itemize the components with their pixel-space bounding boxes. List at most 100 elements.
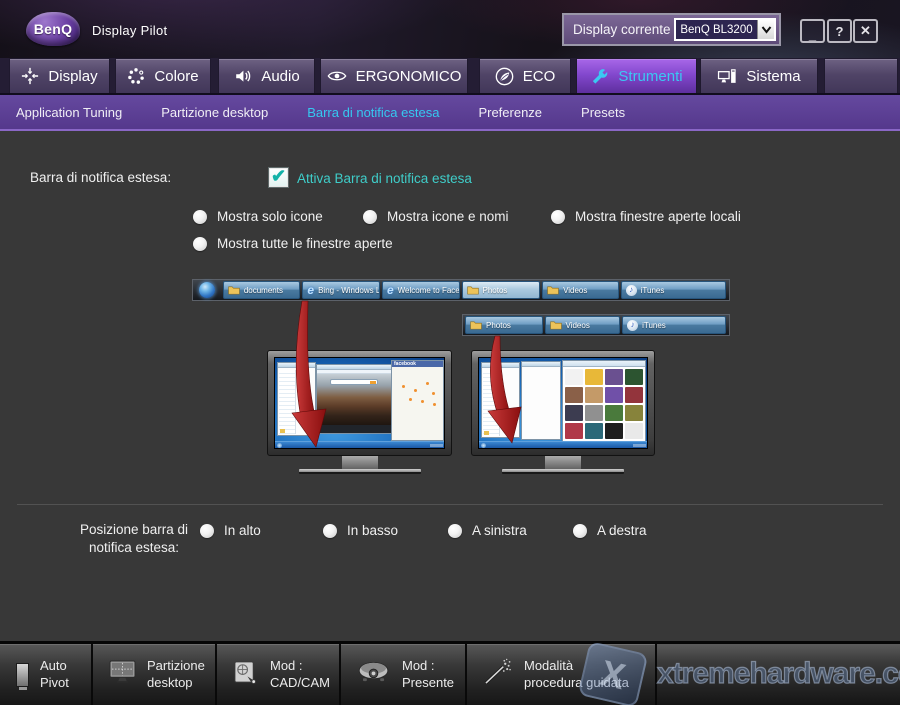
radio-tutte-finestre[interactable]: Mostra tutte le finestre aperte [193, 236, 393, 251]
checkmark-icon: ✔ [271, 166, 286, 187]
radio-label: In alto [224, 523, 261, 538]
mod-presente-button[interactable]: Mod :Presente [341, 644, 467, 705]
radio-icon [200, 524, 214, 538]
tab-sistema[interactable]: Sistema [700, 58, 818, 93]
photo-thumbnail [565, 387, 583, 403]
tab-colore[interactable]: Colore [115, 58, 211, 93]
subtab-partizione-desktop[interactable]: Partizione desktop [161, 105, 268, 120]
enable-checkbox-label[interactable]: Attiva Barra di notifica estesa [297, 171, 472, 186]
itunes-icon: ♪ [626, 285, 637, 296]
wrench-icon [590, 67, 609, 86]
titlebar: BenQ Display Pilot Display corrente BenQ… [0, 0, 900, 58]
section-label: Barra di notifica estesa: [30, 170, 171, 185]
projector-icon [357, 661, 391, 688]
radio-icon [193, 210, 207, 224]
subtab-barra-notifica[interactable]: Barra di notifica estesa [307, 105, 439, 120]
tab-label: Colore [154, 68, 198, 85]
radio-mostra-icone-nomi[interactable]: Mostra icone e nomi [363, 209, 509, 224]
radio-a-destra[interactable]: A destra [573, 523, 647, 538]
close-button[interactable]: ✕ [853, 19, 878, 43]
folder-icon [547, 285, 559, 295]
taskbar-button-label: Photos [486, 321, 511, 330]
webpage-image [317, 374, 391, 426]
display-select-panel: Display corrente BenQ BL3200 [562, 13, 781, 46]
monitor-bezel: facebook [267, 350, 452, 456]
search-bar [330, 379, 378, 385]
monitor-preview-right [471, 350, 655, 474]
monitor-stand-base [502, 469, 624, 474]
taskbar-button-label: Welcome to Face... [398, 286, 460, 295]
folder-icon [280, 429, 285, 433]
photo-thumbnail [565, 405, 583, 421]
speaker-icon [233, 67, 252, 85]
subtab-presets[interactable]: Presets [581, 105, 625, 120]
radio-a-sinistra[interactable]: A sinistra [448, 523, 527, 538]
radio-label: Mostra solo icone [217, 209, 323, 224]
close-icon: ✕ [860, 23, 871, 39]
dots-circle-icon [127, 67, 145, 85]
folder-icon [550, 320, 562, 330]
mini-taskbar [275, 441, 444, 448]
app-title: Display Pilot [92, 23, 167, 38]
radio-mostra-solo-icone[interactable]: Mostra solo icone [193, 209, 323, 224]
bottom-toolbar: AutoPivot Partizionedesktop [0, 641, 900, 705]
photo-thumbnail [585, 387, 603, 403]
subtab-application-tuning[interactable]: Application Tuning [16, 105, 122, 120]
taskbar-button-videos: Videos [545, 316, 621, 334]
position-label: Posizione barra di notifica estesa: [72, 521, 196, 557]
radio-finestre-locali[interactable]: Mostra finestre aperte locali [551, 209, 741, 224]
radio-label: Mostra tutte le finestre aperte [217, 236, 393, 251]
position-label-line1: Posizione barra di [72, 521, 196, 539]
enable-checkbox[interactable]: ✔ [268, 167, 289, 188]
windows-start-icon [199, 282, 215, 298]
tab-ergonomico[interactable]: ERGONOMICO [320, 58, 468, 93]
toolbar-button-label: AutoPivot [40, 658, 69, 692]
tab-eco[interactable]: ECO [479, 58, 571, 93]
chevron-down-icon[interactable] [757, 20, 774, 39]
radio-label: A sinistra [472, 523, 527, 538]
photo-thumbnail [625, 423, 643, 439]
radio-in-alto[interactable]: In alto [200, 523, 261, 538]
taskbar-preview-2: Photos Videos ♪ iTunes [462, 314, 730, 336]
monitor-stand-base [299, 469, 421, 474]
folder-icon [228, 285, 240, 295]
photo-thumbnail [605, 369, 623, 385]
window-titlebar [482, 363, 519, 368]
mini-tray [633, 444, 646, 447]
tab-audio[interactable]: Audio [218, 58, 315, 93]
display-select-label: Display corrente [573, 22, 671, 37]
help-button[interactable]: ? [827, 19, 852, 43]
subtab-preferenze[interactable]: Preferenze [478, 105, 542, 120]
radio-icon [363, 210, 377, 224]
mod-cadcam-button[interactable]: Mod :CAD/CAM [217, 644, 341, 705]
partizione-desktop-button[interactable]: Partizionedesktop [93, 644, 217, 705]
mini-start-orb [481, 443, 486, 448]
mini-taskbar [479, 441, 647, 448]
tab-display[interactable]: Display [9, 58, 110, 93]
radio-icon [323, 524, 337, 538]
taskbar-button-photos: Photos [465, 316, 543, 334]
minimize-button[interactable]: _ [800, 19, 825, 43]
tab-label: Strumenti [618, 68, 682, 85]
main-tab-bar: Display Colore Audio [0, 58, 900, 95]
photo-thumbnail [605, 387, 623, 403]
photo-thumbnail [585, 405, 603, 421]
modalita-procedura-guidata-button[interactable]: Modalitàprocedura guidata [467, 644, 657, 705]
auto-pivot-button[interactable]: AutoPivot [0, 644, 93, 705]
monitor-preview-left: facebook [267, 350, 452, 474]
radio-in-basso[interactable]: In basso [323, 523, 398, 538]
display-dropdown[interactable]: BenQ BL3200 [674, 18, 776, 41]
tab-label: Display [48, 68, 97, 85]
radio-icon [551, 210, 565, 224]
window-titlebar [522, 362, 560, 367]
tab-strumenti[interactable]: Strumenti [576, 58, 697, 93]
photo-thumbnail [625, 405, 643, 421]
taskbar-button-label: iTunes [642, 321, 666, 330]
photo-gallery-window [562, 360, 646, 442]
taskbar-preview-1: documents e Bing - Windows L... e Welcom… [192, 279, 730, 301]
monitor-bezel [471, 350, 655, 456]
taskbar-button-label: Bing - Windows L... [318, 286, 380, 295]
folder-tree [483, 370, 500, 436]
radio-icon [573, 524, 587, 538]
taskbar-button-label: iTunes [641, 286, 665, 295]
